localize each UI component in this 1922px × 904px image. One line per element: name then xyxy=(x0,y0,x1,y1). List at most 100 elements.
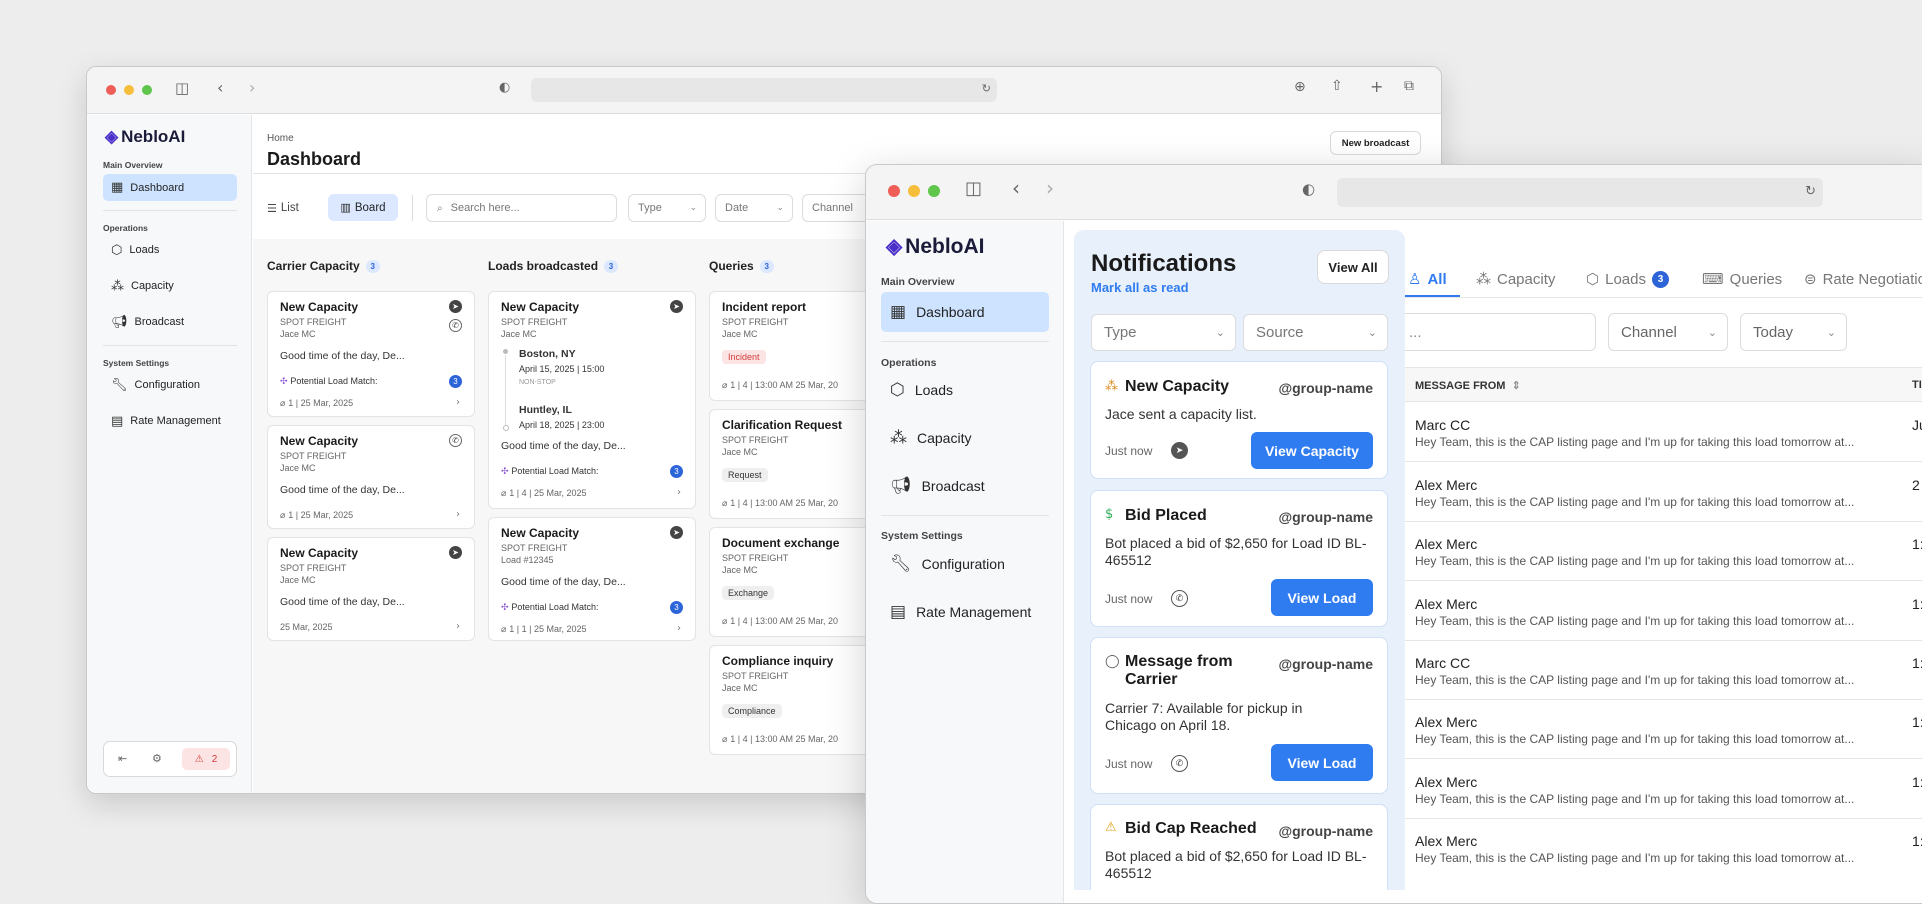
capacity-card[interactable]: New Capacity ✆ SPOT FREIGHT Jace MC Good… xyxy=(267,425,475,529)
mark-all-read-link[interactable]: Mark all as read xyxy=(1091,280,1189,295)
card-person: Jace MC xyxy=(722,565,758,575)
reload-icon[interactable]: ↻ xyxy=(982,82,991,95)
shield-icon[interactable]: ◐ xyxy=(499,80,510,95)
sidebar-item-capacity[interactable]: ⁂ Capacity xyxy=(881,419,1049,457)
breadcrumb[interactable]: Home xyxy=(267,133,294,144)
tab-loads[interactable]: ⬡ Loads 3 xyxy=(1586,270,1669,288)
close-dot[interactable] xyxy=(888,185,900,197)
card-meta: 1 | 4 | 13:00 AM 25 Mar, 20 xyxy=(730,380,839,390)
row-message: Hey Team, this is the CAP listing page a… xyxy=(1415,732,1855,746)
new-broadcast-button[interactable]: New broadcast xyxy=(1330,131,1421,155)
table-row[interactable]: Alex Merc Hey Team, this is the CAP listi… xyxy=(1405,819,1922,890)
sidebar-item-label: Loads xyxy=(914,382,953,398)
column-header-time[interactable]: TI xyxy=(1912,379,1922,391)
sidebar-item-dashboard[interactable]: ▦ Dashboard xyxy=(881,292,1049,332)
address-bar[interactable]: ↻ xyxy=(1337,178,1823,207)
type-filter[interactable]: Type ⌄ xyxy=(628,194,706,222)
notification-card[interactable]: ⁂ New Capacity @group-name Jace sent a c… xyxy=(1090,361,1388,479)
table-row[interactable]: Alex Merc Hey Team, this is the CAP listi… xyxy=(1405,463,1922,522)
view-load-button[interactable]: View Load xyxy=(1271,744,1373,781)
table-row[interactable]: Alex Merc Hey Team, this is the CAP listi… xyxy=(1405,760,1922,819)
card-subtitle: SPOT FREIGHT xyxy=(280,317,347,327)
table-row[interactable]: Alex Merc Hey Team, this is the CAP listi… xyxy=(1405,522,1922,581)
sidebar-toggle-icon[interactable]: ◫ xyxy=(965,178,982,199)
load-card[interactable]: New Capacity ➤ SPOT FREIGHT Load #12345 … xyxy=(488,517,696,641)
telegram-icon: ➤ xyxy=(449,546,462,559)
download-icon[interactable]: ⊕ xyxy=(1294,79,1306,95)
table-search-input[interactable]: ... xyxy=(1380,313,1596,351)
sidebar-item-capacity[interactable]: ⁂ Capacity xyxy=(103,273,237,299)
logout-icon[interactable]: ⇤ xyxy=(118,752,127,765)
sidebar-item-broadcast[interactable]: 📢︎ Broadcast xyxy=(103,309,237,335)
back-icon[interactable]: ‹ xyxy=(217,78,223,97)
row-time: 1: xyxy=(1912,774,1922,790)
view-load-button[interactable]: View Load xyxy=(1271,579,1373,616)
search-input[interactable]: ⌕ Search here... xyxy=(426,194,617,222)
chevron-right-icon[interactable]: › xyxy=(456,621,460,632)
capacity-card[interactable]: New Capacity ➤ ✆ SPOT FREIGHT Jace MC Go… xyxy=(267,291,475,417)
table-row[interactable]: Alex Merc Hey Team, this is the CAP listi… xyxy=(1405,582,1922,641)
minimize-dot[interactable] xyxy=(124,85,134,95)
sidebar-item-configuration[interactable]: 🔧︎ Configuration xyxy=(103,372,237,398)
chevron-right-icon[interactable]: › xyxy=(677,623,681,634)
sidebar-item-rate-management[interactable]: ▤ Rate Management xyxy=(881,593,1049,631)
date-filter[interactable]: Date ⌄ xyxy=(715,194,793,222)
view-capacity-button[interactable]: View Capacity xyxy=(1251,432,1373,469)
tab-queries[interactable]: ⌨ Queries xyxy=(1702,270,1782,288)
notification-card[interactable]: ⚠ Bid Cap Reached @group-name Bot placed… xyxy=(1090,804,1388,890)
telegram-icon: ➤ xyxy=(670,526,683,539)
chevron-right-icon[interactable]: › xyxy=(456,509,460,520)
forward-icon[interactable]: › xyxy=(1046,176,1054,200)
share-icon[interactable]: ⇧ xyxy=(1331,78,1343,94)
table-row[interactable]: Marc CC Hey Team, this is the CAP listing… xyxy=(1405,403,1922,462)
reload-icon[interactable]: ↻ xyxy=(1805,184,1816,199)
date-filter[interactable]: Today ⌄ xyxy=(1740,313,1847,351)
warning-icon: ⚠ xyxy=(1105,820,1117,835)
chevron-right-icon[interactable]: › xyxy=(456,397,460,408)
column-header-message-from[interactable]: MESSAGE FROM ⇕ xyxy=(1415,379,1521,392)
view-board-tab[interactable]: ▥ Board xyxy=(328,194,398,221)
sparkle-icon: ✣ xyxy=(280,377,291,387)
capacity-card[interactable]: New Capacity ➤ SPOT FREIGHT Jace MC Good… xyxy=(267,537,475,641)
view-all-button[interactable]: View All xyxy=(1317,250,1389,284)
back-icon[interactable]: ‹ xyxy=(1012,176,1020,200)
potential-match: ✣ Potential Load Match: xyxy=(501,602,598,613)
origin-city: Boston, NY xyxy=(519,348,576,360)
tab-capacity[interactable]: ⁂ Capacity xyxy=(1476,270,1555,288)
notification-bell-button[interactable]: ⚠ 2 xyxy=(182,748,230,770)
new-tab-icon[interactable]: + xyxy=(1370,77,1383,96)
notification-card[interactable]: ◯ Message from Carrier @group-name Carri… xyxy=(1090,637,1388,794)
row-time: 2 xyxy=(1912,477,1920,493)
maximize-dot[interactable] xyxy=(928,185,940,197)
card-footer: ⌀ 1 | 4 | 13:00 AM 25 Mar, 20 xyxy=(722,498,838,509)
sidebar-item-broadcast[interactable]: 📢︎ Broadcast xyxy=(881,467,1049,505)
table-row[interactable]: Marc CC Hey Team, this is the CAP listing… xyxy=(1405,641,1922,700)
sidebar-item-configuration[interactable]: 🔧︎ Configuration xyxy=(881,545,1049,583)
view-list-tab[interactable]: ☰ List xyxy=(267,195,299,221)
shield-icon[interactable]: ◐ xyxy=(1302,180,1315,198)
maximize-dot[interactable] xyxy=(142,85,152,95)
table-row[interactable]: Alex Merc Hey Team, this is the CAP listi… xyxy=(1405,700,1922,759)
sidebar-item-loads[interactable]: ⬡ Loads xyxy=(881,371,1049,409)
settings-icon[interactable]: ⚙ xyxy=(152,752,162,765)
chevron-right-icon[interactable]: › xyxy=(677,487,681,498)
tab-all[interactable]: ♙ All xyxy=(1408,270,1447,288)
sidebar-item-loads[interactable]: ⬡ Loads xyxy=(103,237,237,263)
minimize-dot[interactable] xyxy=(908,185,920,197)
close-dot[interactable] xyxy=(106,85,116,95)
channel-filter[interactable]: Channel ⌄ xyxy=(1608,313,1728,351)
notification-card[interactable]: $ Bid Placed @group-name Bot placed a bi… xyxy=(1090,490,1388,627)
row-sender: Alex Merc xyxy=(1415,477,1478,493)
tabs-overview-icon[interactable]: ⧉ xyxy=(1404,78,1414,94)
load-card[interactable]: New Capacity ➤ SPOT FREIGHT Jace MC Bost… xyxy=(488,291,696,509)
forward-icon[interactable]: › xyxy=(249,78,255,97)
source-filter[interactable]: Source ⌄ xyxy=(1243,314,1388,351)
sidebar-toggle-icon[interactable]: ◫ xyxy=(175,79,189,97)
card-title: New Capacity xyxy=(280,546,359,560)
address-bar[interactable]: ↻ xyxy=(531,78,997,102)
type-filter[interactable]: Type ⌄ xyxy=(1091,314,1236,351)
sidebar-item-rate-management[interactable]: ▤ Rate Management xyxy=(103,408,237,434)
card-title: Compliance inquiry xyxy=(722,654,834,668)
tab-rate-negotiation[interactable]: ⊜ Rate Negotiatio xyxy=(1804,270,1922,288)
sidebar-item-dashboard[interactable]: ▦ Dashboard xyxy=(103,174,237,201)
